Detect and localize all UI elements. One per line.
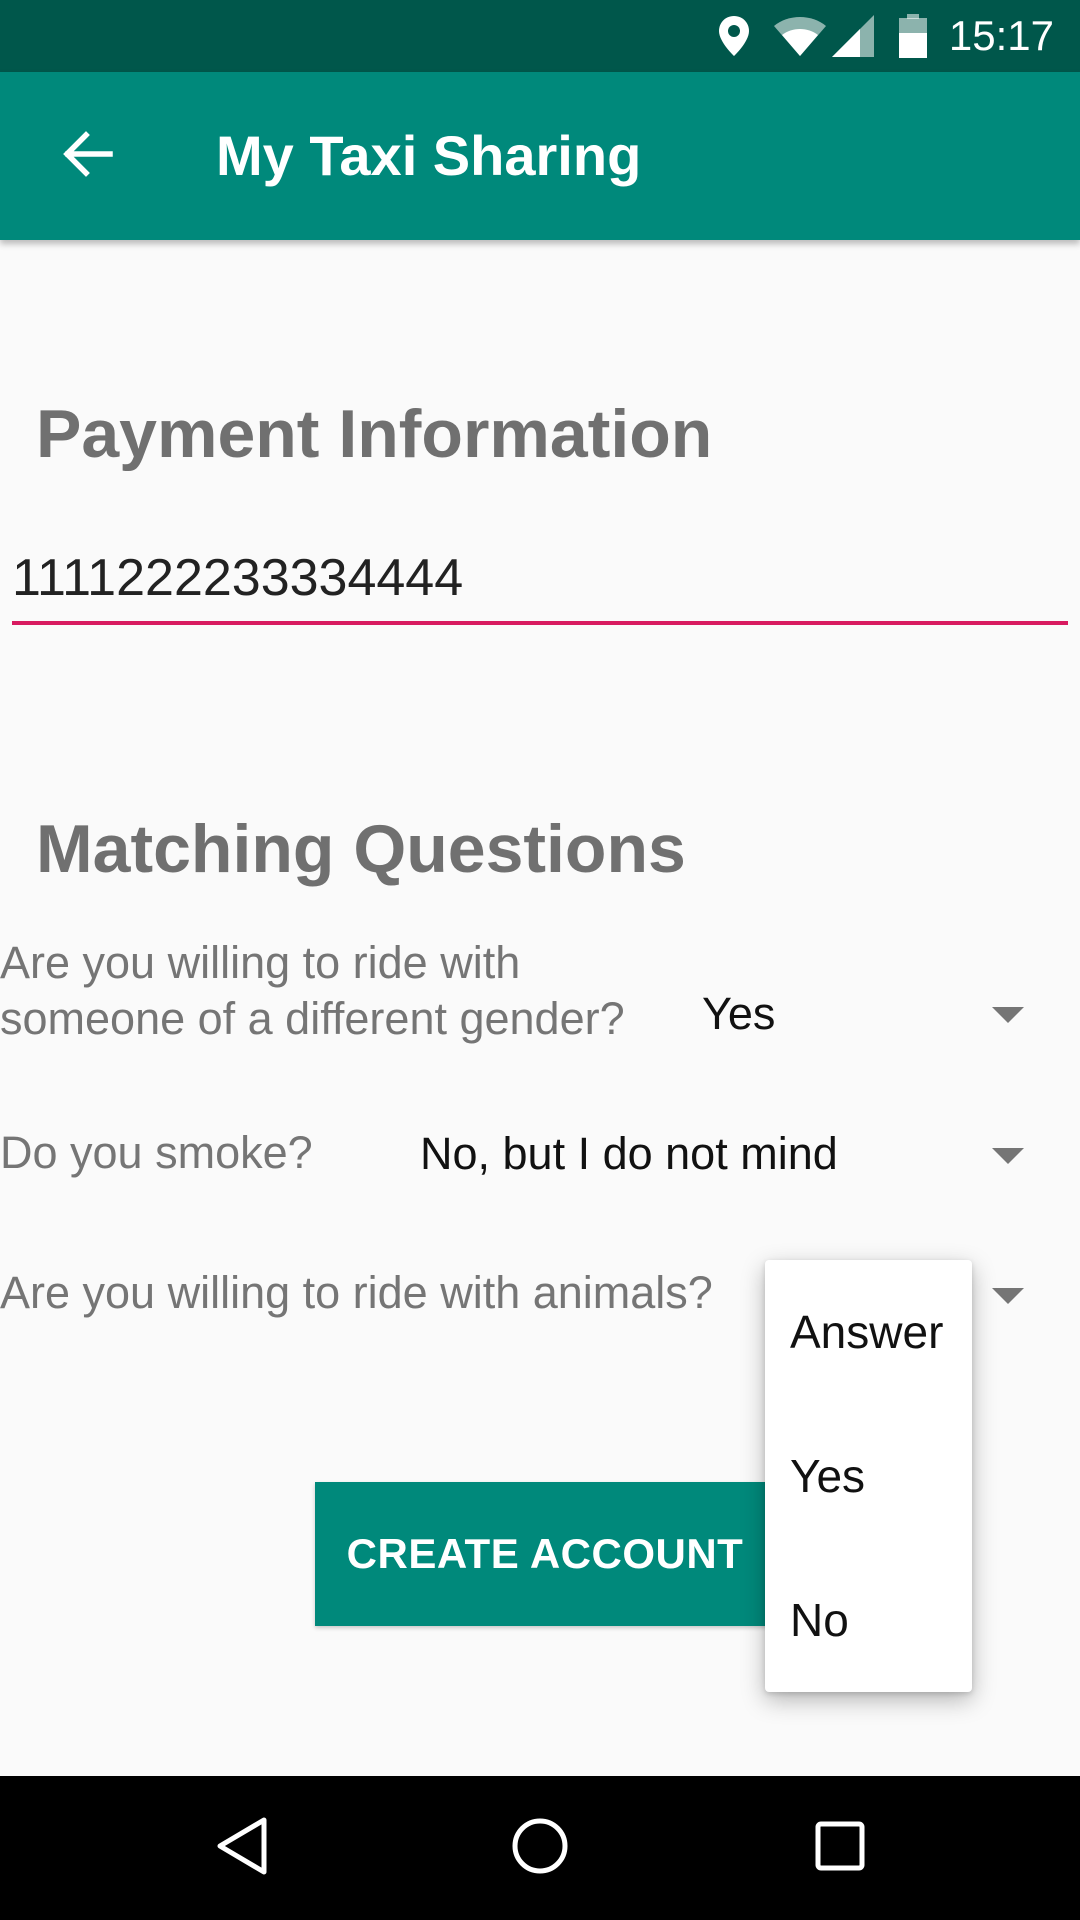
status-time: 15:17 [948, 12, 1054, 59]
wifi-icon [772, 0, 828, 72]
cell-signal-icon [830, 0, 876, 72]
dropdown-option-answer[interactable]: Answer [765, 1260, 972, 1404]
status-bar: 15:17 [0, 0, 1080, 72]
nav-recents-button[interactable] [768, 1776, 912, 1920]
card-number-input[interactable] [12, 545, 1068, 625]
nav-back-button[interactable] [170, 1776, 314, 1920]
matching-section-title: Matching Questions [36, 811, 686, 887]
nav-home-button[interactable] [468, 1776, 612, 1920]
dropdown-option-yes[interactable]: Yes [765, 1404, 972, 1548]
navigation-bar [0, 1776, 1080, 1920]
smoke-spinner[interactable]: No, but I do not mind [420, 1128, 838, 1180]
battery-icon [898, 0, 928, 72]
animals-dropdown-menu: Answer Yes No [765, 1260, 972, 1692]
question-gender-line1: Are you willing to ride with [0, 937, 521, 988]
app-bar: My Taxi Sharing [0, 72, 1080, 240]
nav-recents-icon [814, 1820, 866, 1877]
gender-spinner-caret-icon[interactable] [992, 1007, 1024, 1023]
back-button[interactable] [48, 116, 128, 196]
question-smoke: Do you smoke? [0, 1127, 313, 1178]
question-animals: Are you willing to ride with animals? [0, 1267, 713, 1318]
question-gender: Are you willing to ride with someone of … [0, 935, 625, 1047]
arrow-back-icon [62, 128, 114, 185]
smoke-spinner-caret-icon[interactable] [992, 1148, 1024, 1164]
gender-spinner[interactable]: Yes [702, 988, 775, 1040]
question-gender-line2: someone of a different gender? [0, 993, 625, 1044]
dropdown-option-no[interactable]: No [765, 1548, 972, 1692]
create-account-button[interactable]: CREATE ACCOUNT [315, 1482, 775, 1626]
nav-back-icon [214, 1816, 270, 1881]
animals-spinner-caret-icon[interactable] [992, 1288, 1024, 1304]
screen: 15:17 My Taxi Sharing Payment Informatio… [0, 0, 1080, 1920]
payment-section-title: Payment Information [36, 396, 713, 472]
nav-home-icon [510, 1816, 570, 1881]
location-icon [716, 0, 752, 72]
app-title: My Taxi Sharing [216, 124, 642, 187]
